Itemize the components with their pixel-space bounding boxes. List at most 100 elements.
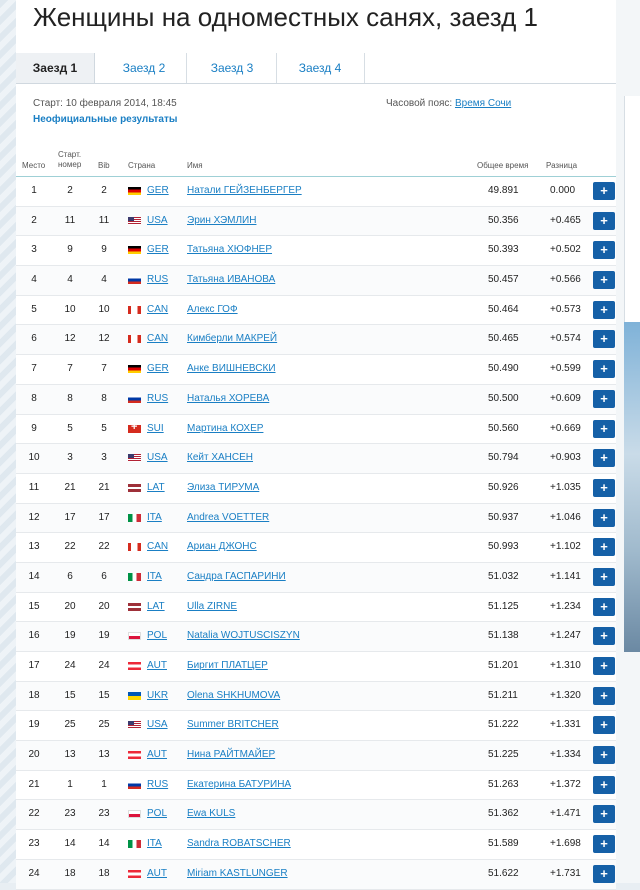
athlete-name-link[interactable]: Сандра ГАСПАРИНИ — [187, 571, 286, 582]
start-number-cell: 20 — [64, 600, 76, 612]
expand-button[interactable]: + — [593, 182, 615, 200]
place-cell: 4 — [31, 274, 37, 286]
country-code-link[interactable]: UKR — [147, 690, 168, 701]
expand-button[interactable]: + — [593, 271, 615, 290]
bib-cell: 4 — [101, 274, 107, 286]
expand-button[interactable]: + — [593, 775, 615, 794]
expand-button[interactable]: + — [593, 449, 615, 468]
athlete-name-link[interactable]: Мартина КОХЕР — [187, 423, 263, 434]
country-code-link[interactable]: AUT — [147, 868, 167, 879]
country-code-link[interactable]: ITA — [147, 571, 162, 582]
country-code-link[interactable]: RUS — [147, 274, 168, 285]
country-code-link[interactable]: LAT — [147, 601, 165, 612]
country-code-link[interactable]: CAN — [147, 304, 168, 315]
athlete-name-link[interactable]: Olena SHKHUMOVA — [187, 690, 280, 701]
flag-icon — [128, 751, 141, 760]
country-code-link[interactable]: RUS — [147, 393, 168, 404]
athlete-name-link[interactable]: Кейт ХАНСЕН — [187, 452, 253, 463]
expand-button[interactable]: + — [593, 211, 615, 230]
table-row: 4 4 4 RUS Татьяна ИВАНОВА 50.457 +0.566 + — [16, 266, 616, 296]
bib-cell: 23 — [98, 808, 110, 820]
country-code-link[interactable]: SUI — [147, 423, 164, 434]
expand-button[interactable]: + — [593, 330, 615, 349]
expand-button[interactable]: + — [593, 864, 615, 883]
country-code-link[interactable]: LAT — [147, 482, 165, 493]
athlete-name-link[interactable]: Алекс ГОФ — [187, 304, 238, 315]
header-start-line2: номер — [58, 160, 82, 169]
expand-button[interactable]: + — [593, 241, 615, 260]
tab-run-4[interactable]: Заезд 4 — [276, 53, 365, 83]
country-code-link[interactable]: USA — [147, 215, 168, 226]
expand-button[interactable]: + — [593, 567, 615, 586]
athlete-name-link[interactable]: Кимберли МАКРЕЙ — [187, 333, 277, 344]
country-code-link[interactable]: USA — [147, 452, 168, 463]
flag-icon — [128, 602, 141, 611]
athlete-name-link[interactable]: Эрин ХЭМЛИН — [187, 215, 256, 226]
expand-button[interactable]: + — [593, 746, 615, 765]
country-code-link[interactable]: POL — [147, 808, 167, 819]
expand-button[interactable]: + — [593, 805, 615, 824]
country-code-link[interactable]: GER — [147, 244, 169, 255]
athlete-name-link[interactable]: Natalia WOJTUSCISZYN — [187, 630, 300, 641]
athlete-name-link[interactable]: Sandra ROBATSCHER — [187, 838, 291, 849]
expand-button[interactable]: + — [593, 419, 615, 438]
athlete-name-link[interactable]: Екатерина БАТУРИНА — [187, 779, 291, 790]
expand-button[interactable]: + — [593, 478, 615, 497]
athlete-name-link[interactable]: Ewa KULS — [187, 808, 235, 819]
country-code-link[interactable]: CAN — [147, 333, 168, 344]
expand-button[interactable]: + — [593, 716, 615, 735]
athlete-name-link[interactable]: Andrea VOETTER — [187, 512, 269, 523]
athlete-name-link[interactable]: Miriam KASTLUNGER — [187, 868, 288, 879]
athlete-name-link[interactable]: Татьяна ХЮФНЕР — [187, 244, 272, 255]
tab-run-3[interactable]: Заезд 3 — [188, 53, 277, 83]
country-code-link[interactable]: ITA — [147, 512, 162, 523]
expand-button[interactable]: + — [593, 835, 615, 854]
start-number-cell: 21 — [64, 481, 76, 493]
athlete-name-link[interactable]: Элиза ТИРУМА — [187, 482, 259, 493]
expand-button[interactable]: + — [593, 508, 615, 527]
tab-run-1[interactable]: Заезд 1 — [16, 53, 95, 83]
athlete-name-link[interactable]: Биргит ПЛАТЦЕР — [187, 660, 268, 671]
country-code-link[interactable]: RUS — [147, 779, 168, 790]
expand-button[interactable]: + — [593, 597, 615, 616]
header-start-line1: Старт. — [58, 150, 82, 159]
bib-cell: 24 — [98, 660, 110, 671]
tab-run-2[interactable]: Заезд 2 — [102, 53, 187, 83]
athlete-name-link[interactable]: Татьяна ИВАНОВА — [187, 274, 275, 285]
timezone-link[interactable]: Время Сочи — [455, 98, 511, 109]
place-cell: 20 — [28, 749, 40, 761]
expand-button[interactable]: + — [593, 627, 615, 646]
bib-cell: 22 — [98, 541, 110, 553]
country-code-link[interactable]: GER — [147, 185, 169, 196]
difference-cell: +0.573 — [550, 303, 581, 315]
athlete-name-link[interactable]: Summer BRITCHER — [187, 719, 279, 730]
athlete-name-link[interactable]: Натали ГЕЙЗЕНБЕРГЕР — [187, 185, 302, 196]
table-row: 7 7 7 GER Анке ВИШНЕВСКИ 50.490 +0.599 + — [16, 355, 616, 385]
country-code-link[interactable]: GER — [147, 363, 169, 374]
athlete-name-link[interactable]: Нина РАЙТМАЙЕР — [187, 749, 275, 760]
country-code-link[interactable]: AUT — [147, 660, 167, 671]
country-code-link[interactable]: ITA — [147, 838, 162, 849]
expand-button[interactable]: + — [593, 538, 615, 557]
expand-button[interactable]: + — [593, 686, 615, 705]
total-time-cell: 50.560 — [488, 422, 519, 434]
expand-button[interactable]: + — [593, 360, 615, 379]
start-number-cell: 13 — [64, 749, 76, 761]
country-code-link[interactable]: POL — [147, 630, 167, 641]
athlete-name-link[interactable]: Анке ВИШНЕВСКИ — [187, 363, 276, 374]
start-number-cell: 15 — [64, 689, 76, 701]
table-row: 21 1 1 RUS Екатерина БАТУРИНА 51.263 +1.372 + — [16, 770, 616, 801]
total-time-cell: 50.926 — [488, 481, 519, 493]
country-code-link[interactable]: CAN — [147, 541, 168, 552]
expand-button[interactable]: + — [593, 300, 615, 319]
start-number-cell: 4 — [67, 274, 73, 286]
athlete-name-link[interactable]: Ulla ZIRNE — [187, 601, 237, 612]
start-time: Старт: 10 февраля 2014, 18:45 — [33, 98, 177, 109]
country-code-link[interactable]: AUT — [147, 749, 167, 760]
athlete-name-link[interactable]: Наталья ХОРЕВА — [187, 393, 269, 404]
country-code-link[interactable]: USA — [147, 719, 168, 730]
difference-cell: +1.234 — [550, 600, 581, 612]
expand-button[interactable]: + — [593, 389, 615, 408]
expand-button[interactable]: + — [593, 657, 615, 675]
athlete-name-link[interactable]: Ариан ДЖОНС — [187, 541, 257, 552]
